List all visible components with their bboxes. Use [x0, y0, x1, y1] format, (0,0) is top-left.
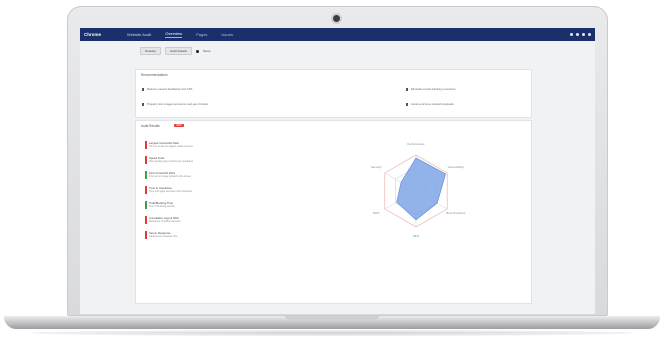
tab-overview[interactable]: Overview: [165, 31, 183, 38]
recommendation-item[interactable]: Properly size images and serve next-gen …: [142, 102, 208, 106]
bulb-icon: [406, 87, 408, 91]
bulb-icon: [142, 102, 144, 106]
audit-results-card: Audit Results NEW Largest Contentful Pai…: [135, 120, 532, 304]
laptop-opening-notch: [285, 316, 379, 320]
legend-marker-icon: [195, 49, 199, 53]
recommendation-item[interactable]: Reduce unused JavaScript and CSS: [142, 87, 192, 91]
legend-label: Score: [202, 49, 211, 53]
laptop-lid: Chrome Website Audit Overview Pages Issu…: [67, 6, 608, 316]
top-navbar: Chrome Website Audit Overview Pages Issu…: [80, 28, 595, 41]
audit-item-description: How quickly page contents are populated: [149, 159, 193, 163]
audit-item-description: Sum of blocking periods: [149, 204, 175, 208]
radar-axis-label: PWA: [373, 211, 380, 215]
radar-axis-label: Performance: [407, 142, 425, 146]
status-indicator: [145, 171, 147, 179]
audit-item-description: Time until page becomes fully interactiv…: [149, 189, 193, 193]
radar-chart: Performance Accessibility Best Practices SE…: [351, 136, 481, 251]
avatar[interactable]: [588, 33, 591, 36]
status-indicator: [145, 186, 147, 194]
settings-icon[interactable]: [582, 33, 585, 36]
recommendations-title: Recommendations: [141, 73, 168, 77]
new-badge: NEW: [174, 124, 184, 127]
status-indicator: [145, 141, 147, 149]
radar-axis-label: Best Practices: [446, 211, 466, 215]
webcam-icon: [333, 15, 340, 22]
radar-series-area: [396, 157, 446, 221]
recommendation-text: Avoid enormous network payloads: [411, 102, 454, 106]
recommendation-text: Reduce unused JavaScript and CSS: [147, 87, 193, 91]
brand-logo[interactable]: Chrome: [84, 32, 101, 37]
recommendation-item[interactable]: Eliminate render-blocking resources: [406, 87, 456, 91]
recommendation-item[interactable]: Avoid enormous network payloads: [406, 102, 454, 106]
bulb-icon: [406, 102, 408, 106]
audit-item-description: Movement of visible elements: [149, 219, 181, 223]
status-indicator: [145, 156, 147, 164]
notification-icon[interactable]: [576, 33, 579, 36]
radar-axis-label: Security: [371, 165, 382, 169]
tab-issues[interactable]: Issues: [221, 32, 233, 37]
audit-item-description: Initial server response time: [149, 234, 178, 238]
radar-axis-label: Accessibility: [448, 165, 465, 169]
status-indicator: [145, 231, 147, 239]
view-select[interactable]: Audit Details: [165, 47, 192, 55]
audit-item-description: First text or image painted to the scree…: [149, 174, 192, 178]
app-screen: Chrome Website Audit Overview Pages Issu…: [80, 28, 595, 314]
search-icon[interactable]: [570, 33, 573, 36]
audit-item-description: Time to render the largest visible eleme…: [149, 144, 193, 148]
recommendation-text: Eliminate render-blocking resources: [411, 87, 456, 91]
recommendations-card: Recommendations Reduce unused JavaScript…: [135, 69, 532, 118]
laptop-shadow: [30, 330, 634, 336]
bulb-icon: [142, 87, 144, 91]
audit-results-title: Audit Results: [141, 124, 160, 128]
radar-chart-svg: Performance Accessibility Best Practices SE…: [371, 142, 466, 238]
device-select[interactable]: Desktop: [140, 47, 162, 55]
nav-actions: [570, 33, 591, 36]
filter-bar: Desktop Audit Details Score: [140, 47, 211, 55]
recommendation-text: Properly size images and serve next-gen …: [147, 102, 208, 106]
project-selector[interactable]: Website Audit: [127, 32, 151, 37]
radar-axis-label: SEO: [413, 234, 420, 238]
status-indicator: [145, 216, 147, 224]
status-indicator: [145, 201, 147, 209]
tab-pages[interactable]: Pages: [196, 32, 207, 37]
